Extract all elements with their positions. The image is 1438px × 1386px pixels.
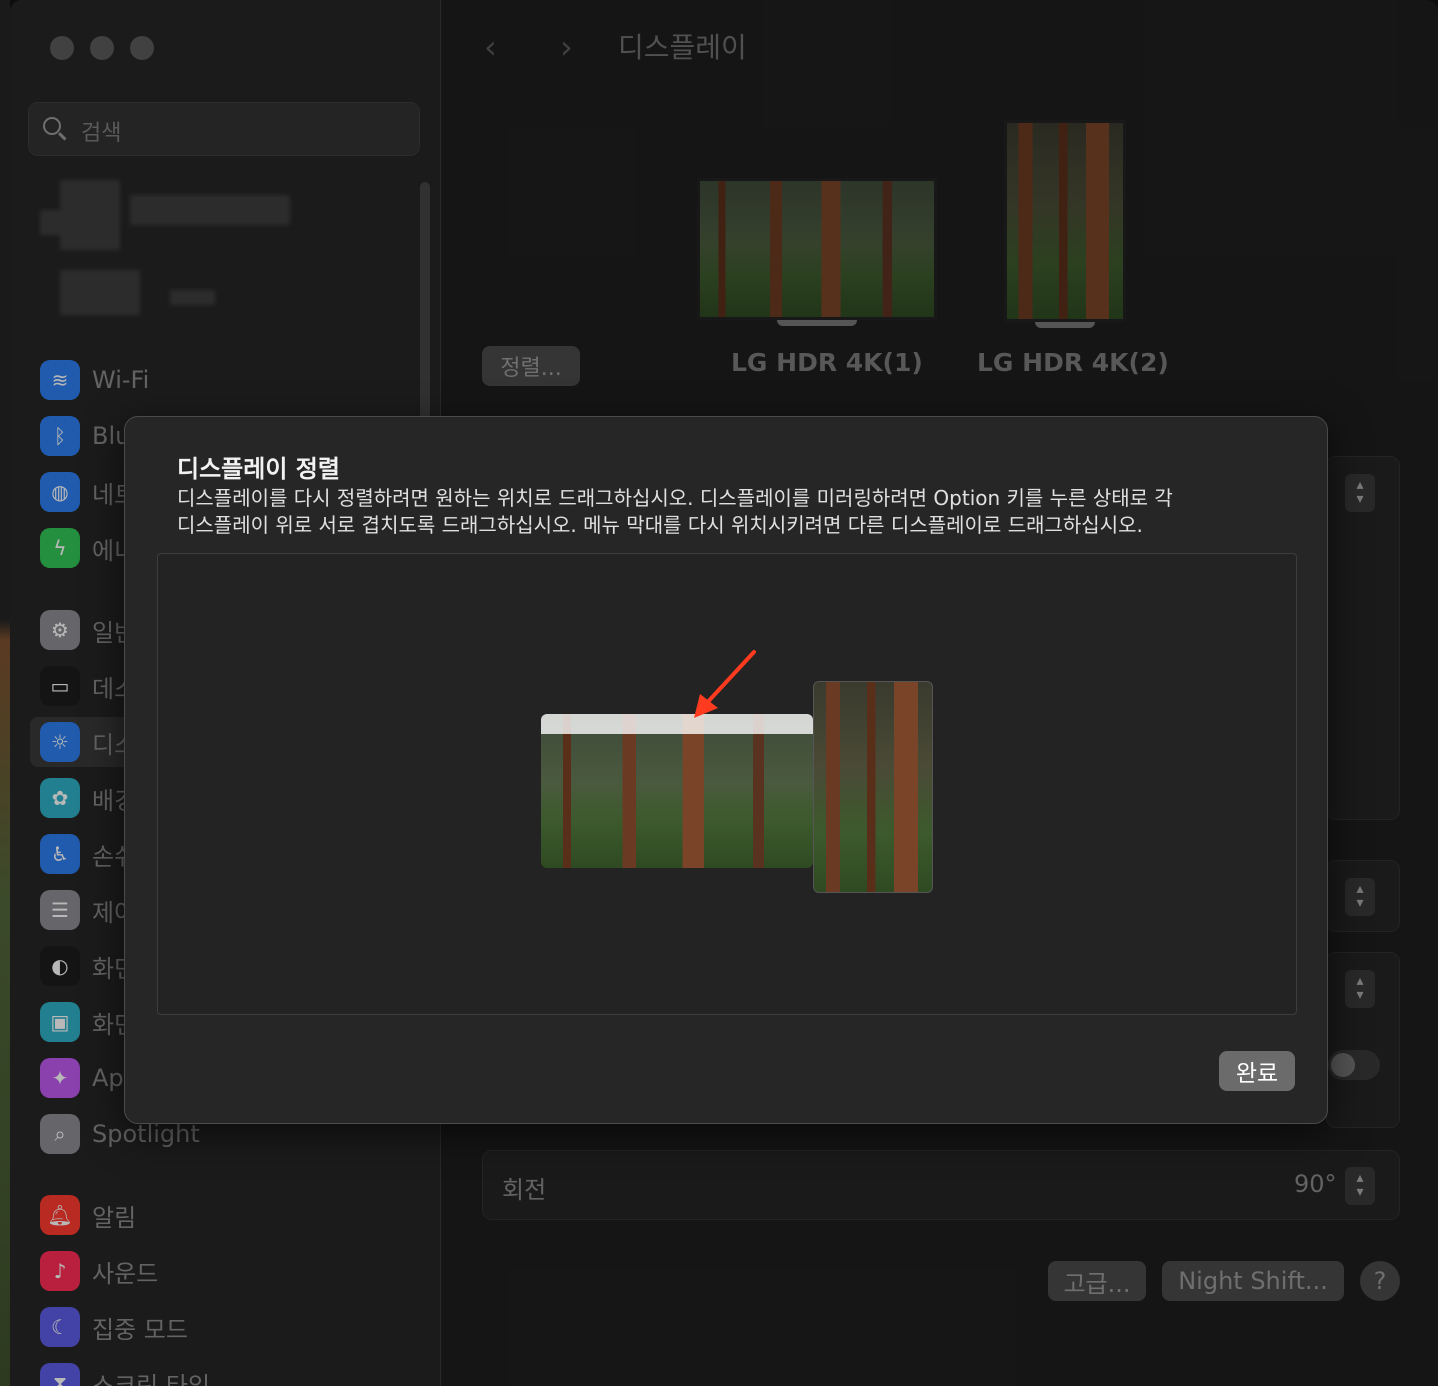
- sidebar-item-wifi[interactable]: ≋ Wi-Fi: [30, 355, 420, 405]
- sidebar-item-label: Ap: [92, 1064, 124, 1092]
- close-window-button[interactable]: [50, 36, 74, 60]
- control-center-icon: ☰: [40, 890, 80, 930]
- stepper-icon[interactable]: ▴ ▾: [1345, 474, 1375, 512]
- arrange-button[interactable]: 정렬...: [482, 346, 580, 386]
- moon-icon: ☾: [40, 1307, 80, 1347]
- sidebar-item-label: Wi-Fi: [92, 366, 150, 394]
- sun-icon: ☼: [40, 722, 80, 762]
- monitor-thumbnail-2[interactable]: [1004, 120, 1126, 322]
- account-profile-redacted[interactable]: [30, 170, 330, 320]
- sheet-title: 디스플레이 정렬: [177, 455, 340, 483]
- done-button[interactable]: 완료: [1219, 1051, 1295, 1091]
- appearance-icon: ◐: [40, 946, 80, 986]
- sidebar-item-sound[interactable]: ♪ 사운드: [30, 1246, 420, 1296]
- screensaver-icon: ▣: [40, 1002, 80, 1042]
- sidebar-item-label: 사운드: [92, 1259, 159, 1288]
- menu-bar-indicator[interactable]: [541, 714, 813, 734]
- sidebar-item-label: Spotlight: [92, 1120, 200, 1148]
- rotation-row: [482, 1150, 1400, 1220]
- back-chevron-icon[interactable]: ‹: [484, 28, 497, 66]
- sidebar-item-notifications[interactable]: 🔔︎ 알림: [30, 1190, 420, 1240]
- minimize-window-button[interactable]: [90, 36, 114, 60]
- window-controls: [50, 36, 154, 60]
- sidebar-item-screen-time[interactable]: ⧗ 스크린 타임: [30, 1358, 420, 1386]
- display-arrangement-area: [157, 553, 1297, 1015]
- bolt-icon: ϟ: [40, 528, 80, 568]
- speaker-icon: ♪: [40, 1251, 80, 1291]
- bluetooth-icon: ᛒ: [40, 416, 80, 456]
- hourglass-icon: ⧗: [40, 1363, 80, 1386]
- rotation-label: 회전: [502, 1176, 547, 1204]
- search-icon: [43, 117, 61, 135]
- toggle-switch[interactable]: [1328, 1050, 1380, 1080]
- stepper-icon[interactable]: ▴ ▾: [1345, 970, 1375, 1008]
- monitor-stand: [777, 320, 857, 326]
- help-button[interactable]: ?: [1360, 1261, 1400, 1301]
- globe-icon: ◍: [40, 472, 80, 512]
- page-title: 디스플레이: [618, 31, 747, 64]
- gear-icon: ⚙: [40, 610, 80, 650]
- display-1-draggable[interactable]: [541, 714, 813, 868]
- sidebar-item-focus[interactable]: ☾ 집중 모드: [30, 1302, 420, 1352]
- display-2-draggable[interactable]: [813, 681, 933, 893]
- siri-icon: ✦: [40, 1058, 80, 1098]
- settings-window: 검색 ≋ Wi-Fi ᛒ Blu ◍ 네트 ϟ 에너 ⚙ 일반 ▭ 데스 ☼ 디…: [10, 0, 1438, 1386]
- arrange-displays-sheet: 디스플레이 정렬 디스플레이를 다시 정렬하려면 원하는 위치로 드래그하십시오…: [124, 416, 1328, 1124]
- sidebar-scrollbar[interactable]: [420, 182, 430, 422]
- zoom-window-button[interactable]: [130, 36, 154, 60]
- search-field[interactable]: 검색: [28, 102, 420, 156]
- sheet-description-line: 디스플레이 위로 서로 겹치도록 드래그하십시오. 메뉴 막대를 다시 위치시키…: [177, 513, 1143, 537]
- bell-icon: 🔔︎: [40, 1195, 80, 1235]
- accessibility-icon: ♿: [40, 834, 80, 874]
- forward-chevron-icon[interactable]: ›: [560, 28, 573, 66]
- flower-icon: ✿: [40, 778, 80, 818]
- monitor-thumbnail-1[interactable]: [697, 178, 937, 320]
- sidebar-item-label: 스크린 타임: [92, 1371, 211, 1386]
- sidebar-item-label: 알림: [92, 1203, 137, 1232]
- stepper-icon[interactable]: ▴ ▾: [1345, 878, 1375, 916]
- sidebar-item-label: 집중 모드: [92, 1315, 188, 1344]
- annotation-arrow-icon: [694, 650, 756, 718]
- sheet-description: 디스플레이를 다시 정렬하려면 원하는 위치로 드래그하십시오. 디스플레이를 …: [177, 485, 1257, 539]
- monitor-name-1[interactable]: LG HDR 4K(1): [731, 348, 923, 377]
- sheet-description-line: 디스플레이를 다시 정렬하려면 원하는 위치로 드래그하십시오. 디스플레이를 …: [177, 486, 1173, 510]
- advanced-button[interactable]: 고급...: [1048, 1261, 1146, 1301]
- monitor-stand: [1035, 322, 1095, 328]
- wifi-icon: ≋: [40, 360, 80, 400]
- desktop-background: [0, 0, 10, 1386]
- night-shift-button[interactable]: Night Shift...: [1162, 1261, 1344, 1301]
- dock-icon: ▭: [40, 666, 80, 706]
- rotation-stepper-icon[interactable]: ▴ ▾: [1345, 1167, 1375, 1205]
- search-placeholder: 검색: [81, 121, 122, 146]
- rotation-value[interactable]: 90°: [1294, 1170, 1337, 1198]
- magnifier-icon: ⌕: [40, 1114, 80, 1154]
- monitor-name-2[interactable]: LG HDR 4K(2): [977, 348, 1169, 377]
